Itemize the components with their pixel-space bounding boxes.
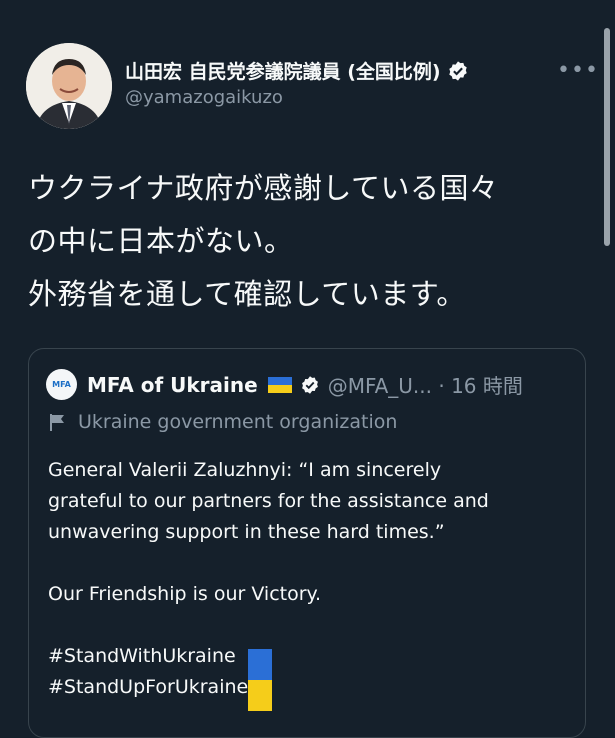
scrollbar[interactable] [604,28,610,246]
ukraine-flag-icon [267,376,292,393]
hashtag-row: #StandWithUkraine [48,641,578,711]
author-avatar[interactable] [26,43,112,129]
quoted-body-line [48,548,578,579]
ukraine-flag-icon [247,648,272,711]
author-handle[interactable]: @yamazogaikuzo [125,87,283,108]
quoted-body-line: General Valerii Zaluzhnyi: “I am sincere… [48,459,442,481]
quoted-author-name[interactable]: MFA of Ukraine [87,373,258,397]
verified-badge-icon [301,375,318,394]
hashtag-link[interactable]: #StandUpForUkraine [48,672,578,703]
quoted-tweet[interactable]: MFA MFA of Ukraine @MFA_U... · 16 時間 Ukr… [28,348,586,738]
quoted-body-line [48,610,578,641]
quoted-avatar-text: MFA [52,380,71,389]
tweet-text: ウクライナ政府が感謝している国々 の中に日本がない。 外務省を通して確認していま… [28,162,588,321]
quoted-tweet-header: MFA MFA of Ukraine @MFA_U... · 16 時間 [46,369,523,400]
quoted-body-line: Our Friendship is our Victory. [48,583,322,605]
tweet-line: の中に日本がない。 [28,224,294,258]
author-name-row: 山田宏 自民党参議院議員 (全国比例) [125,57,469,84]
quoted-tweet-body: General Valerii Zaluzhnyi: “I am sincere… [48,455,578,711]
tweet-line: 外務省を通して確認しています。 [28,277,466,311]
hashtag-link[interactable]: #StandWithUkraine [48,641,236,672]
government-label-text: Ukraine government organization [78,411,398,433]
more-icon[interactable]: ••• [557,58,599,83]
verified-badge-icon [448,60,467,81]
quoted-body-line: grateful to our partners for the assista… [48,490,489,512]
author-name[interactable]: 山田宏 自民党参議院議員 (全国比例) [125,57,441,84]
tweet-line: ウクライナ政府が感謝している国々 [28,171,499,205]
quoted-author-handle-time[interactable]: @MFA_U... · 16 時間 [328,370,523,399]
government-label: Ukraine government organization [49,411,397,433]
quoted-author-avatar[interactable]: MFA [46,369,77,400]
quoted-body-line: unwavering support in these hard times.” [48,521,445,543]
flag-icon [50,413,64,431]
